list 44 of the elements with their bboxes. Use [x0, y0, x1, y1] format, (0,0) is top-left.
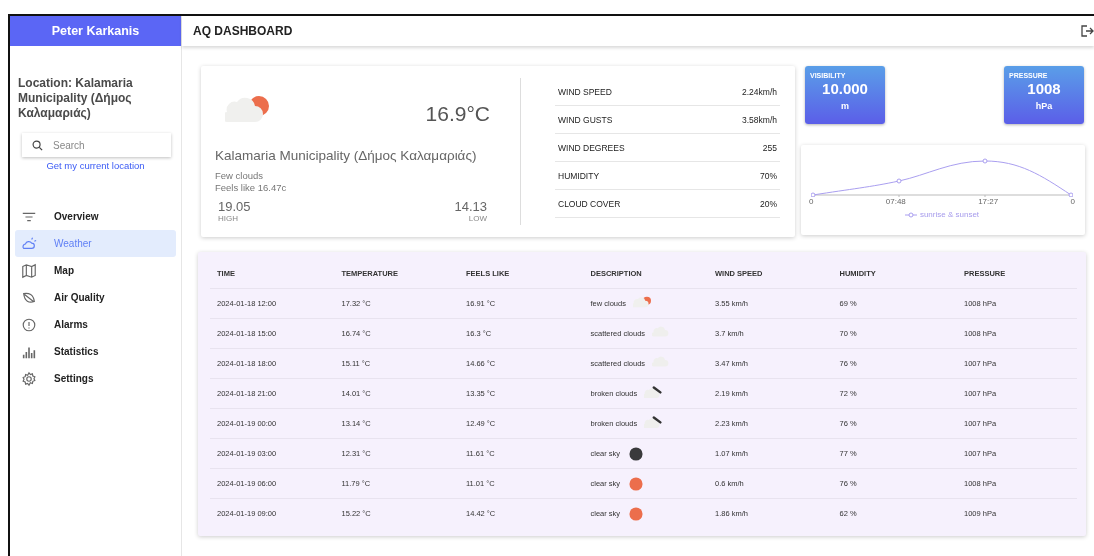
nav-item[interactable]: Air Quality	[15, 284, 176, 311]
legend-icon	[904, 211, 917, 218]
tile-unit: hPa	[1034, 101, 1054, 111]
tile-value: 1008	[1026, 80, 1062, 97]
logout-icon[interactable]	[1080, 24, 1094, 38]
detail-value: 2.24km/h	[742, 86, 777, 97]
nav-item[interactable]: Overview	[15, 203, 176, 230]
place-name: Kalamaria Municipality (Δήμος Καλαμαριάς)	[215, 148, 478, 163]
axis-label: 07:48	[885, 197, 906, 206]
detail-value: 255	[762, 142, 777, 153]
search-icon	[32, 140, 43, 151]
tile-unit: m	[840, 101, 850, 111]
settings-icon	[21, 370, 37, 387]
detail-label: WIND GUSTS	[558, 114, 613, 125]
detail-label: CLOUD COVER	[558, 198, 621, 209]
feels-like-text: Feels like 16.47c	[215, 182, 288, 194]
alert-icon	[21, 316, 37, 333]
current-location-link[interactable]: Get my current location	[46, 160, 145, 171]
cloud-sun-icon	[21, 235, 37, 252]
detail-label: HUMIDITY	[558, 170, 600, 181]
nav-item[interactable]: Settings	[15, 365, 176, 392]
temperature: 16.9°C	[425, 102, 490, 126]
detail-label: WIND SPEED	[558, 86, 612, 97]
axis-label: 0	[809, 197, 814, 206]
detail-label: WIND DEGREES	[558, 142, 625, 153]
high-label: HIGH	[217, 214, 239, 223]
dashboard-title: AQ DASHBOARD	[193, 24, 293, 38]
search-field[interactable]: Search	[22, 133, 171, 157]
user-name: Peter Karkanis	[10, 16, 181, 46]
nav-item[interactable]: Map	[15, 257, 176, 284]
low-label: LOW	[467, 214, 488, 223]
tile-value: 10.000	[821, 80, 869, 97]
location-title: Location: Kalamaria Municipality (Δήμος Καλαμαριάς)	[18, 76, 134, 121]
detail-value: 3.58km/h	[742, 114, 777, 125]
axis-label: 17:27	[978, 197, 999, 206]
weather-description: Few clouds	[215, 170, 265, 182]
nav-item[interactable]: Alarms	[15, 311, 176, 338]
detail-value: 70%	[760, 170, 777, 181]
low-temperature: 14.13	[453, 199, 488, 214]
high-temperature: 19.05	[217, 199, 252, 214]
map-icon	[21, 262, 37, 279]
axis-label: 0	[1070, 197, 1075, 206]
nav-item[interactable]: Statistics	[15, 338, 176, 365]
detail-value: 20%	[760, 198, 777, 209]
